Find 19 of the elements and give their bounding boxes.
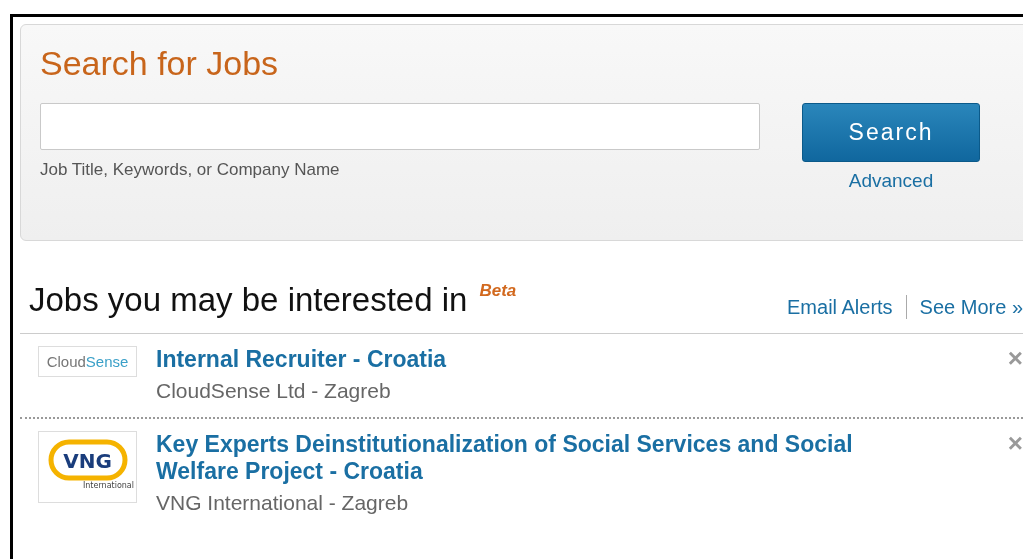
search-button[interactable]: Search [802, 103, 980, 162]
header-link[interactable]: Email Alerts [787, 295, 893, 319]
advanced-link[interactable]: Advanced [848, 170, 934, 192]
field-hint: Job Title, Keywords, or Company Name [40, 160, 341, 180]
panel-title: Search for Jobs [40, 43, 280, 83]
logo-text: VNG [63, 448, 112, 473]
job-title-link[interactable]: Key Experts Deinstitutionalization of Social Services and Social Welfare Project - Croatia [156, 431, 896, 485]
company-location: VNG International - Zagreb [156, 491, 410, 515]
dismiss-button[interactable]: × [1007, 431, 1023, 455]
dismiss-button[interactable]: × [1007, 346, 1023, 370]
section-heading: Jobs you may be interested in [29, 281, 468, 319]
header-link[interactable]: See More » [919, 295, 1023, 319]
logo-text: International [82, 480, 134, 490]
company-location: CloudSense Ltd - Zagreb [156, 379, 392, 403]
logo-text: CloudSense [46, 353, 129, 370]
search-field[interactable] [40, 103, 760, 150]
ring-icon [47, 439, 128, 481]
job-title-link[interactable]: Internal Recruiter - Croatia [156, 346, 896, 373]
beta-label: Beta [479, 281, 517, 301]
